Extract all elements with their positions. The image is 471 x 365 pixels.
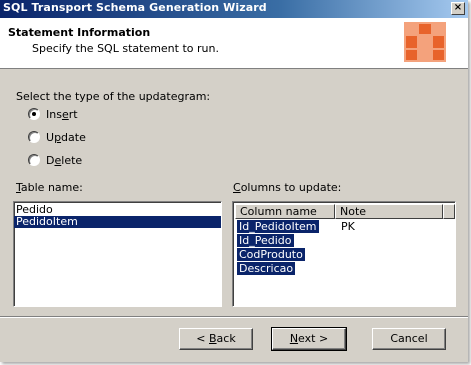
wizard-window: SQL Transport Schema Generation Wizard ×… — [0, 0, 468, 362]
radio-update[interactable]: Update — [28, 130, 86, 144]
column-header-filler — [443, 204, 455, 219]
table-row[interactable]: Id_Pedido — [237, 234, 437, 248]
radio-delete[interactable]: Delete — [28, 153, 82, 167]
window-title: SQL Transport Schema Generation Wizard — [3, 1, 267, 14]
radio-update-label: Update — [46, 130, 86, 144]
columns-rows: Id_PedidoItem PK Id_Pedido CodProduto De… — [237, 220, 437, 276]
back-button[interactable]: < Back — [179, 328, 253, 350]
page-title: Statement Information — [8, 26, 151, 39]
title-bar[interactable]: SQL Transport Schema Generation Wizard × — [0, 0, 468, 18]
close-icon: × — [453, 2, 463, 13]
columns-listview[interactable]: Column name Note Id_PedidoItem PK Id_Ped… — [232, 201, 456, 307]
columns-to-update-label: Columns to update: — [233, 181, 342, 194]
close-button[interactable]: × — [451, 2, 465, 15]
radio-update-button[interactable] — [28, 131, 40, 143]
radio-delete-label: Delete — [46, 153, 83, 167]
column-header-note[interactable]: Note — [335, 204, 443, 219]
cancel-button[interactable]: Cancel — [372, 328, 446, 350]
column-name-cell[interactable]: CodProduto — [237, 248, 305, 261]
column-name-cell[interactable]: Id_Pedido — [237, 234, 294, 247]
radio-insert[interactable]: Insert — [28, 107, 78, 121]
column-name-cell[interactable]: Id_PedidoItem — [237, 220, 319, 233]
column-name-cell[interactable]: Descricao — [237, 262, 296, 275]
updategram-type-label: Select the type of the updategram: — [16, 90, 211, 103]
table-listbox[interactable]: Pedido PedidoItem — [13, 201, 222, 307]
page-subtitle: Specify the SQL statement to run. — [32, 42, 219, 55]
button-separator — [0, 316, 468, 318]
table-row[interactable]: CodProduto — [237, 248, 437, 262]
list-item[interactable]: PedidoItem — [14, 216, 221, 228]
radio-delete-button[interactable] — [28, 154, 40, 166]
table-name-label: Table name: — [16, 181, 83, 194]
column-note-cell: PK — [341, 220, 355, 233]
wizard-header: Statement Information Specify the SQL st… — [0, 18, 468, 69]
radio-insert-label: Insert — [46, 107, 78, 121]
radio-insert-button[interactable] — [28, 108, 40, 120]
column-header-name[interactable]: Column name — [235, 204, 335, 219]
wizard-logo-icon — [404, 22, 446, 62]
columns-header: Column name Note — [235, 204, 455, 219]
table-row[interactable]: Descricao — [237, 262, 437, 276]
table-row[interactable]: Id_PedidoItem PK — [237, 220, 437, 234]
next-button[interactable]: Next > — [271, 327, 347, 351]
